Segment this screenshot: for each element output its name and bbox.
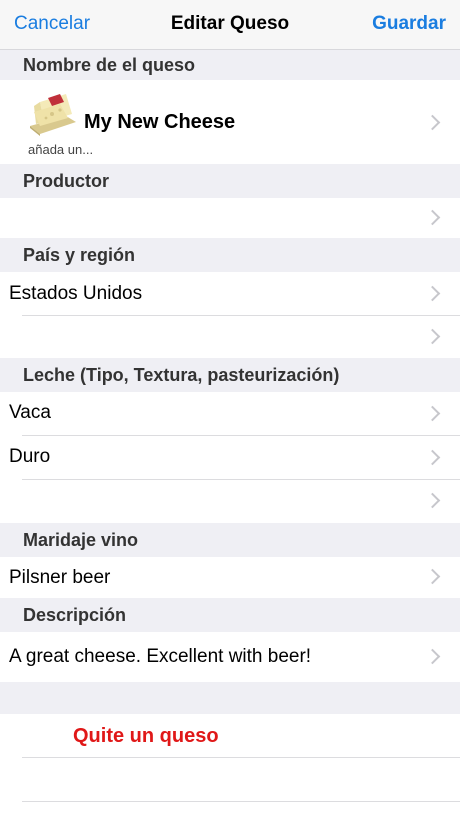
cheese-name-row[interactable]: My New Cheese añada un...	[0, 80, 460, 164]
cheese-subtitle: añada un...	[28, 142, 94, 157]
country-row[interactable]: Estados Unidos	[0, 272, 460, 316]
milk-texture-value: Duro	[9, 446, 51, 467]
delete-cheese-button[interactable]: Quite un queso	[73, 725, 219, 748]
chevron-right-icon	[424, 648, 441, 665]
section-header-country: País y región	[0, 238, 460, 272]
navigation-bar: Cancelar Editar Queso Guardar	[0, 0, 460, 50]
chevron-right-icon	[424, 492, 441, 509]
cheese-name-label: My New Cheese	[84, 111, 236, 133]
chevron-right-icon	[424, 449, 441, 466]
empty-row	[0, 802, 460, 818]
wine-pairing-value: Pilsner beer	[9, 567, 111, 588]
producer-row[interactable]	[0, 198, 460, 238]
milk-texture-row[interactable]: Duro	[0, 436, 460, 480]
milk-type-row[interactable]: Vaca	[0, 392, 460, 436]
chevron-right-icon	[424, 328, 441, 345]
description-value: A great cheese. Excellent with beer!	[9, 646, 312, 667]
section-header-producer: Productor	[0, 164, 460, 198]
section-header-wine: Maridaje vino	[0, 523, 460, 557]
empty-row	[0, 758, 460, 802]
chevron-right-icon	[424, 568, 441, 585]
section-header-description: Descripción	[0, 598, 460, 632]
country-value: Estados Unidos	[9, 283, 143, 304]
milk-pasteurization-row[interactable]	[0, 480, 460, 523]
delete-cheese-row[interactable]: Quite un queso	[0, 714, 460, 758]
description-row[interactable]: A great cheese. Excellent with beer!	[0, 632, 460, 682]
region-row[interactable]	[0, 316, 460, 358]
chevron-right-icon	[424, 405, 441, 422]
chevron-right-icon	[424, 114, 441, 131]
milk-type-value: Vaca	[9, 402, 51, 423]
save-button[interactable]: Guardar	[372, 13, 446, 35]
chevron-right-icon	[424, 209, 441, 226]
wine-pairing-row[interactable]: Pilsner beer	[0, 557, 460, 598]
section-header-name: Nombre de el queso	[0, 50, 460, 80]
cheese-icon	[30, 94, 76, 136]
chevron-right-icon	[424, 285, 441, 302]
section-header-milk: Leche (Tipo, Textura, pasteurización)	[0, 358, 460, 392]
